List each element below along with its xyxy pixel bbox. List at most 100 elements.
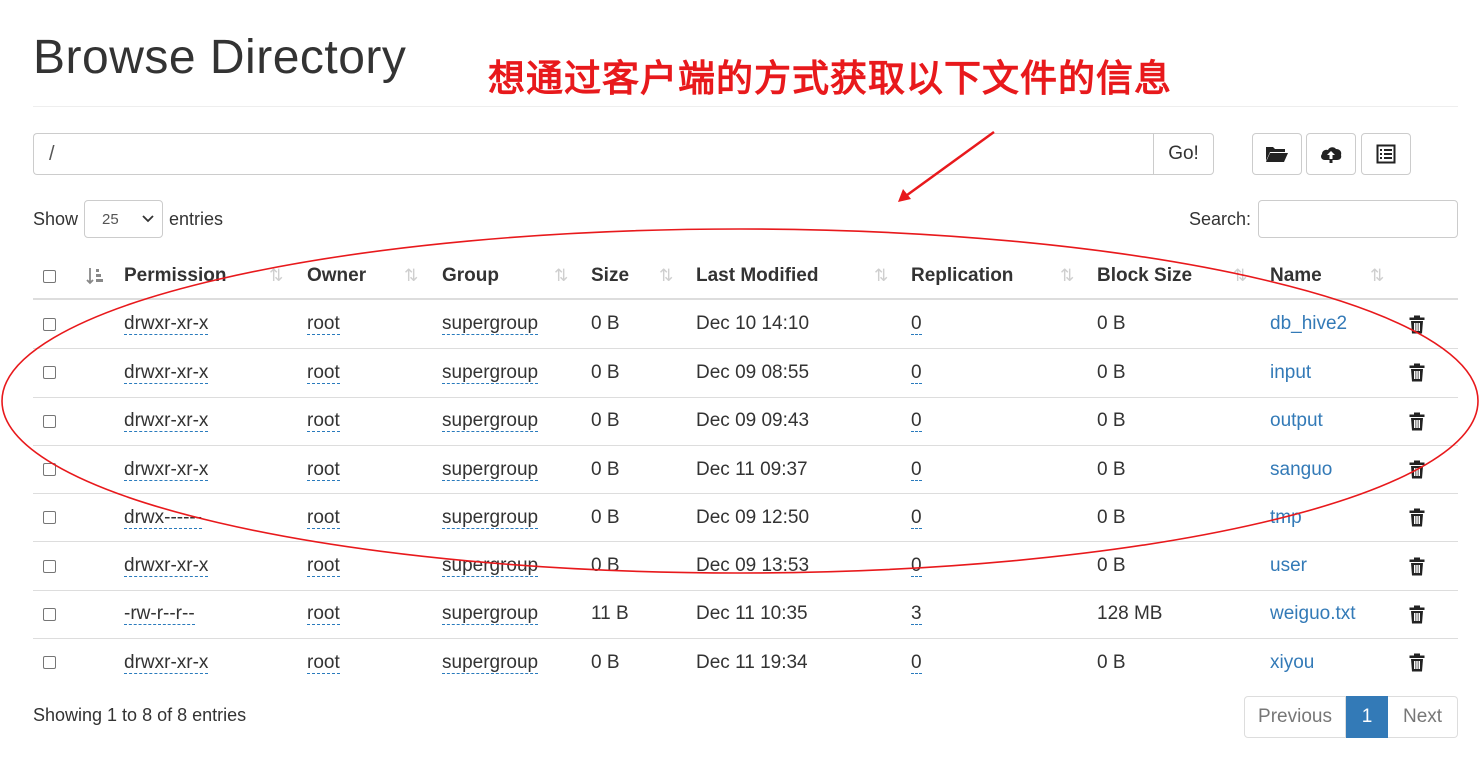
delete-button[interactable] [1409, 349, 1425, 396]
permission-cell-text[interactable]: drwxr-xr-x [124, 652, 209, 674]
replication-cell-text[interactable]: 0 [911, 459, 922, 481]
column-header-size[interactable]: Size [591, 254, 629, 298]
sort-icon[interactable]: ⇅ [874, 254, 888, 298]
delete-button[interactable] [1409, 398, 1425, 445]
permission-cell-text[interactable]: drwxr-xr-x [124, 555, 209, 578]
owner-cell-text[interactable]: root [307, 652, 340, 674]
delete-button[interactable] [1409, 542, 1425, 589]
file-name-link[interactable]: user [1270, 555, 1307, 577]
delete-button[interactable] [1409, 591, 1425, 638]
row-checkbox[interactable] [43, 317, 56, 331]
permission-cell-text[interactable]: drwxr-xr-x [124, 410, 209, 433]
select-all-checkbox[interactable] [43, 269, 56, 283]
table-row: drwxr-xr-x root supergroup 0 B Dec 11 19:34 0… [33, 638, 1458, 686]
sort-icon[interactable]: ⇅ [1370, 254, 1384, 298]
go-button[interactable]: Go! [1153, 133, 1214, 175]
directory-path-input[interactable] [33, 133, 1153, 175]
row-checkbox[interactable] [43, 559, 56, 573]
file-name-link[interactable]: xiyou [1270, 652, 1314, 674]
replication-cell-text[interactable]: 0 [911, 313, 922, 336]
row-checkbox[interactable] [43, 607, 56, 621]
owner-cell-text[interactable]: root [307, 410, 340, 433]
page-1-button[interactable]: 1 [1346, 696, 1388, 738]
group-cell-text[interactable]: supergroup [442, 652, 539, 674]
file-name-link[interactable]: tmp [1270, 507, 1302, 529]
replication-cell-text[interactable]: 0 [911, 652, 922, 674]
group-cell-text[interactable]: supergroup [442, 459, 539, 481]
row-checkbox-cell [43, 542, 56, 589]
group-cell-text[interactable]: supergroup [442, 555, 539, 578]
previous-page-button[interactable]: Previous [1244, 696, 1346, 738]
upload-file-button[interactable] [1306, 133, 1356, 175]
sort-icon[interactable]: ⇅ [1233, 254, 1247, 298]
size-cell-text: 0 B [591, 313, 620, 335]
size-cell-text: 0 B [591, 458, 620, 480]
column-header-owner[interactable]: Owner [307, 254, 366, 298]
owner-cell-text[interactable]: root [307, 459, 340, 481]
owner-cell-text[interactable]: root [307, 362, 340, 384]
permission-cell-text[interactable]: drwx------ [124, 507, 203, 529]
file-name-link[interactable]: output [1270, 410, 1323, 432]
replication-cell-text[interactable]: 0 [911, 362, 922, 384]
delete-button[interactable] [1409, 494, 1425, 541]
entries-per-page-select[interactable]: 25 [84, 200, 164, 238]
replication-cell-text[interactable]: 0 [911, 507, 922, 529]
column-header-name[interactable]: Name [1270, 254, 1322, 298]
delete-button[interactable] [1409, 639, 1425, 686]
name-cell: tmp [1270, 494, 1302, 541]
trash-icon [1409, 653, 1425, 672]
group-cell-text[interactable]: supergroup [442, 362, 539, 384]
sort-icon[interactable]: ⇅ [659, 254, 673, 298]
name-cell: xiyou [1270, 639, 1314, 686]
group-cell-text[interactable]: supergroup [442, 410, 539, 433]
title-divider [33, 106, 1458, 107]
table-row: drwx------ root supergroup 0 B Dec 09 12:50 0… [33, 493, 1458, 541]
next-page-button[interactable]: Next [1388, 696, 1458, 738]
replication-cell-text[interactable]: 0 [911, 555, 922, 578]
owner-cell-text[interactable]: root [307, 313, 340, 336]
column-header-last-modified[interactable]: Last Modified [696, 254, 818, 298]
file-name-link[interactable]: weiguo.txt [1270, 603, 1356, 625]
sort-icon[interactable]: ⇅ [554, 254, 568, 298]
delete-button[interactable] [1409, 446, 1425, 493]
replication-cell-text[interactable]: 0 [911, 410, 922, 433]
sort-icon[interactable]: ⇅ [1060, 254, 1074, 298]
permission-cell-text[interactable]: -rw-r--r-- [124, 603, 195, 626]
sort-icon[interactable]: ⇅ [269, 254, 283, 298]
size-cell-text: 11 B [591, 603, 629, 625]
group-cell-text[interactable]: supergroup [442, 603, 539, 626]
file-name-link[interactable]: sanguo [1270, 459, 1332, 481]
owner-cell-text[interactable]: root [307, 507, 340, 529]
replication-cell-text[interactable]: 3 [911, 603, 922, 626]
owner-cell-text[interactable]: root [307, 555, 340, 578]
delete-button[interactable] [1409, 300, 1425, 348]
cut-paste-list-button[interactable] [1361, 133, 1411, 175]
search-input[interactable] [1258, 200, 1458, 238]
column-header-replication[interactable]: Replication [911, 254, 1013, 298]
owner-cell-text[interactable]: root [307, 603, 340, 626]
permission-cell: -rw-r--r-- [124, 591, 195, 638]
replication-cell: 0 [911, 494, 922, 541]
sort-asc-icon[interactable] [86, 254, 104, 298]
block-size-cell-text: 0 B [1097, 313, 1126, 335]
file-name-link[interactable]: db_hive2 [1270, 313, 1347, 335]
row-checkbox[interactable] [43, 511, 56, 525]
file-name-link[interactable]: input [1270, 362, 1311, 384]
sort-icon[interactable]: ⇅ [404, 254, 418, 298]
group-cell-text[interactable]: supergroup [442, 313, 539, 336]
page-title: Browse Directory [33, 31, 407, 84]
column-header-block-size[interactable]: Block Size [1097, 254, 1192, 298]
column-header-permission[interactable]: Permission [124, 254, 226, 298]
row-checkbox[interactable] [43, 656, 56, 670]
create-directory-button[interactable] [1252, 133, 1302, 175]
permission-cell-text[interactable]: drwxr-xr-x [124, 313, 209, 336]
row-checkbox[interactable] [43, 366, 56, 380]
block-size-cell: 0 B [1097, 349, 1126, 396]
row-checkbox[interactable] [43, 463, 56, 477]
permission-cell-text[interactable]: drwxr-xr-x [124, 459, 209, 481]
group-cell-text[interactable]: supergroup [442, 507, 539, 529]
last-modified-cell: Dec 11 10:35 [696, 591, 808, 638]
row-checkbox[interactable] [43, 414, 56, 428]
permission-cell-text[interactable]: drwxr-xr-x [124, 362, 209, 384]
column-header-group[interactable]: Group [442, 254, 499, 298]
